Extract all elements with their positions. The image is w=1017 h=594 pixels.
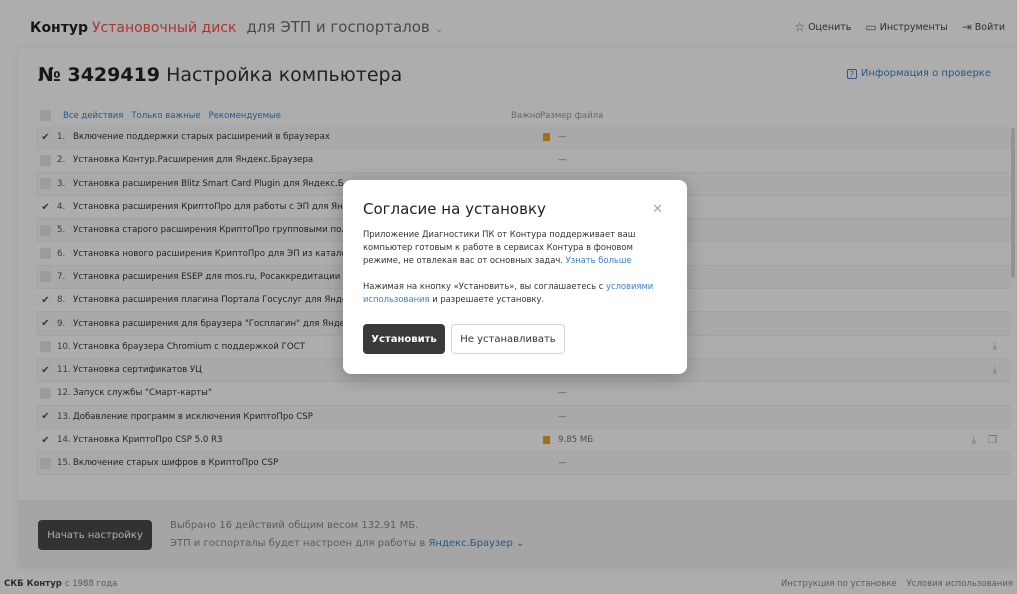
- dialog-agreement: Нажимая на кнопку «Установить», вы согла…: [363, 280, 663, 306]
- do-not-install-button[interactable]: Не устанавливать: [451, 324, 565, 354]
- install-consent-dialog: Согласие на установку ✕ Приложение Диагн…: [343, 180, 687, 374]
- dialog-description: Приложение Диагностики ПК от Контура под…: [363, 228, 663, 267]
- agreement-text-pre: Нажимая на кнопку «Установить», вы согла…: [363, 281, 604, 291]
- close-icon[interactable]: ✕: [652, 202, 663, 217]
- install-button[interactable]: Установить: [363, 324, 445, 354]
- dialog-title: Согласие на установку: [363, 200, 546, 218]
- agreement-text-post: и разрешаете установку.: [432, 294, 545, 304]
- learn-more-link[interactable]: Узнать больше: [566, 255, 632, 265]
